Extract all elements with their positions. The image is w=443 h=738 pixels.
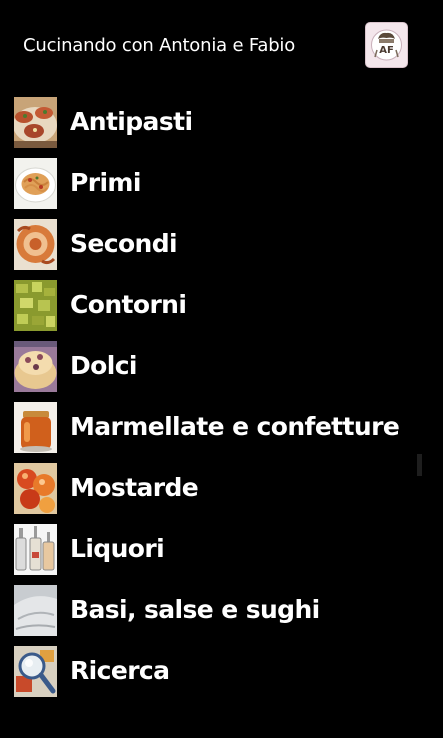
menu-item-antipasti[interactable]: Antipasti (0, 95, 443, 151)
dolci-thumbnail (14, 341, 57, 392)
basi-thumbnail (14, 585, 57, 636)
menu-item-label: Dolci (70, 351, 137, 380)
scrollbar[interactable] (417, 454, 422, 476)
primi-thumbnail (14, 158, 57, 209)
antipasti-thumbnail (14, 97, 57, 148)
menu-item-label: Contorni (70, 290, 187, 319)
menu-item-label: Marmellate e confetture (70, 412, 400, 441)
menu-item-ricerca[interactable]: Ricerca (0, 644, 443, 700)
contorni-thumbnail (14, 280, 57, 331)
marmellate-thumbnail (14, 402, 57, 453)
menu-item-basi[interactable]: Basi, salse e sughi (0, 583, 443, 639)
mostarde-thumbnail (14, 463, 57, 514)
menu-item-label: Mostarde (70, 473, 199, 502)
liquori-thumbnail (14, 524, 57, 575)
menu-item-label: Primi (70, 168, 141, 197)
app-header: Cucinando con Antonia e Fabio AF (0, 0, 443, 92)
search-thumbnail (14, 646, 57, 697)
menu-item-label: Liquori (70, 534, 165, 563)
menu-item-contorni[interactable]: Contorni (0, 278, 443, 334)
secondi-thumbnail (14, 219, 57, 270)
menu-item-secondi[interactable]: Secondi (0, 217, 443, 273)
app-title: Cucinando con Antonia e Fabio (23, 35, 296, 56)
menu-item-label: Basi, salse e sughi (70, 595, 320, 624)
menu-item-label: Antipasti (70, 107, 193, 136)
svg-text:AF: AF (379, 45, 394, 56)
menu-item-primi[interactable]: Primi (0, 156, 443, 212)
menu-item-mostarde[interactable]: Mostarde (0, 461, 443, 517)
menu-item-label: Secondi (70, 229, 178, 258)
chef-logo-icon[interactable]: AF (365, 22, 408, 68)
menu-item-label: Ricerca (70, 656, 170, 685)
menu-item-dolci[interactable]: Dolci (0, 339, 443, 395)
menu-item-marmellate[interactable]: Marmellate e confetture (0, 400, 443, 456)
menu-item-liquori[interactable]: Liquori (0, 522, 443, 578)
